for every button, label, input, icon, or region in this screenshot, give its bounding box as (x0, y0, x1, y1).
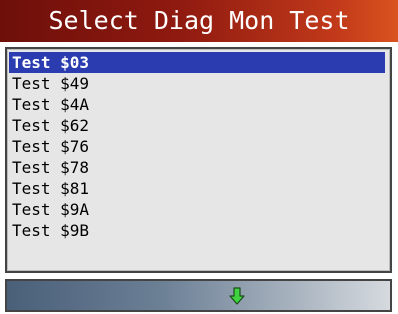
list-item-test-76[interactable]: Test $76 (9, 136, 385, 157)
screen-title: Select Diag Mon Test (0, 0, 398, 42)
list-item-test-49[interactable]: Test $49 (9, 73, 385, 94)
list-item-test-62[interactable]: Test $62 (9, 115, 385, 136)
scroll-indicator-bar (5, 279, 392, 312)
test-list: Test $03 Test $49 Test $4A Test $62 Test… (5, 47, 392, 273)
list-item-test-03[interactable]: Test $03 (9, 52, 385, 73)
list-item-test-4a[interactable]: Test $4A (9, 94, 385, 115)
list-item-test-9b[interactable]: Test $9B (9, 220, 385, 241)
list-item-test-81[interactable]: Test $81 (9, 178, 385, 199)
scan-tool-screen: Select Diag Mon Test Test $03 Test $49 T… (0, 0, 398, 314)
down-arrow-icon[interactable] (229, 287, 245, 305)
list-item-test-78[interactable]: Test $78 (9, 157, 385, 178)
list-item-test-9a[interactable]: Test $9A (9, 199, 385, 220)
